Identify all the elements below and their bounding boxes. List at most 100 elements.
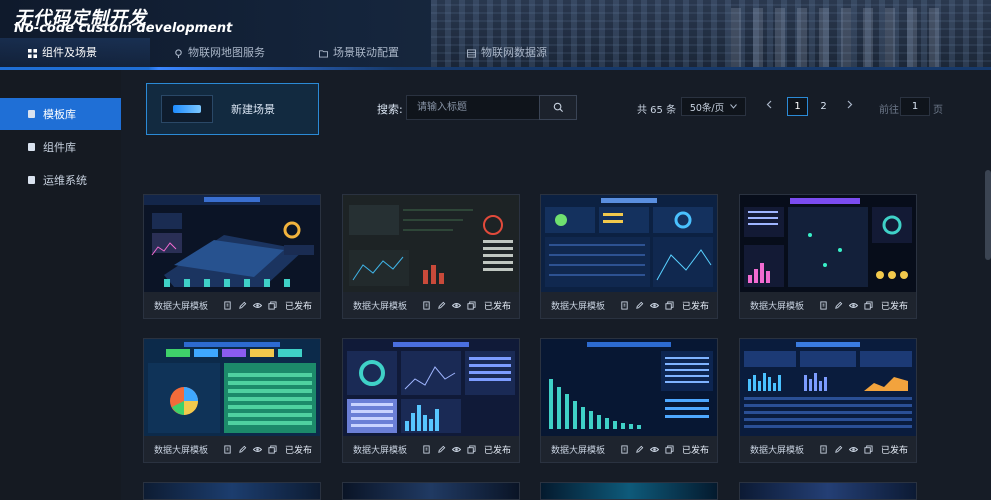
copy-icon[interactable]	[620, 300, 629, 310]
edit-icon[interactable]	[437, 301, 446, 310]
search-button[interactable]	[539, 95, 577, 120]
tab-iot-datasource[interactable]: 物联网数据源	[467, 38, 547, 68]
template-preview-image[interactable]	[740, 339, 916, 436]
edit-icon[interactable]	[238, 301, 247, 310]
template-preview-image[interactable]	[144, 339, 320, 436]
tab-scene-linkage[interactable]: 场景联动配置	[319, 38, 399, 68]
template-name: 数据大屏模板	[551, 445, 606, 456]
chevron-left-icon	[766, 100, 772, 109]
template-card[interactable]: 数据大屏模板 已发布	[739, 338, 917, 463]
sidebar-item-label: 运维系统	[43, 174, 87, 187]
template-card-partial[interactable]	[739, 482, 917, 500]
publish-status: 已发布	[483, 301, 511, 312]
publish-status: 已发布	[681, 445, 709, 456]
tab-iot-map-service[interactable]: 物联网地图服务	[174, 38, 265, 68]
card-actions	[819, 444, 873, 454]
publish-status: 已发布	[284, 301, 312, 312]
map-pin-icon	[175, 48, 182, 58]
template-card[interactable]: 数据大屏模板 已发布	[342, 338, 520, 463]
database-icon	[467, 48, 476, 58]
tab-components-scenes[interactable]: 组件及场景	[28, 38, 97, 68]
tab-label: 场景联动配置	[333, 46, 399, 59]
duplicate-icon[interactable]	[864, 300, 873, 310]
search-icon	[553, 102, 563, 113]
sidebar-item-ops-system[interactable]: 运维系统	[0, 164, 121, 196]
card-footer: 数据大屏模板 已发布	[740, 436, 916, 462]
template-preview-image[interactable]	[343, 195, 519, 292]
search-input[interactable]	[406, 95, 540, 120]
duplicate-icon[interactable]	[665, 444, 674, 454]
template-name: 数据大屏模板	[750, 301, 805, 312]
template-card[interactable]: 数据大屏模板 已发布	[540, 194, 718, 319]
publish-status: 已发布	[880, 301, 908, 312]
template-preview-image[interactable]	[541, 339, 717, 436]
preview-eye-icon[interactable]	[848, 301, 858, 310]
sidebar-item-component-library[interactable]: 组件库	[0, 131, 121, 163]
template-card[interactable]: 数据大屏模板 已发布	[342, 194, 520, 319]
template-name: 数据大屏模板	[750, 445, 805, 456]
template-preview-image[interactable]	[740, 195, 916, 292]
template-preview-image[interactable]	[541, 195, 717, 292]
tab-label: 物联网地图服务	[188, 46, 265, 59]
template-card-partial[interactable]	[540, 482, 718, 500]
duplicate-icon[interactable]	[665, 300, 674, 310]
edit-icon[interactable]	[238, 445, 247, 454]
copy-icon[interactable]	[223, 300, 232, 310]
goto-page-input[interactable]	[900, 97, 930, 116]
preview-eye-icon[interactable]	[649, 301, 659, 310]
preview-eye-icon[interactable]	[252, 445, 262, 454]
publish-status: 已发布	[483, 445, 511, 456]
preview-eye-icon[interactable]	[451, 301, 461, 310]
edit-icon[interactable]	[834, 445, 843, 454]
publish-status: 已发布	[284, 445, 312, 456]
template-card-partial[interactable]	[143, 482, 321, 500]
copy-icon[interactable]	[422, 300, 431, 310]
preview-eye-icon[interactable]	[848, 445, 858, 454]
preview-eye-icon[interactable]	[649, 445, 659, 454]
prev-page-button[interactable]	[766, 99, 773, 112]
card-actions	[223, 300, 277, 310]
duplicate-icon[interactable]	[467, 444, 476, 454]
tab-label: 物联网数据源	[481, 46, 547, 59]
goto-suffix: 页	[933, 105, 943, 116]
copy-icon[interactable]	[223, 444, 232, 454]
template-preview-image[interactable]	[343, 339, 519, 436]
template-card-partial[interactable]	[342, 482, 520, 500]
card-actions	[819, 300, 873, 310]
duplicate-icon[interactable]	[268, 300, 277, 310]
edit-icon[interactable]	[635, 301, 644, 310]
template-card[interactable]: 数据大屏模板 已发布	[143, 338, 321, 463]
edit-icon[interactable]	[437, 445, 446, 454]
duplicate-icon[interactable]	[864, 444, 873, 454]
scrollbar-thumb[interactable]	[985, 170, 991, 260]
page-number-2[interactable]: 2	[813, 97, 834, 116]
duplicate-icon[interactable]	[268, 444, 277, 454]
new-scene-button[interactable]: 新建场景	[146, 83, 319, 135]
sidebar-item-template-library[interactable]: 模板库	[0, 98, 121, 130]
card-actions	[422, 444, 476, 454]
next-page-button[interactable]	[846, 99, 853, 112]
duplicate-icon[interactable]	[467, 300, 476, 310]
page-size-select[interactable]: 50条/页	[681, 97, 746, 116]
edit-icon[interactable]	[834, 301, 843, 310]
page-size-value: 50条/页	[689, 102, 725, 114]
new-scene-thumbnail	[161, 95, 213, 123]
card-actions	[620, 300, 674, 310]
publish-status: 已发布	[681, 301, 709, 312]
copy-icon[interactable]	[819, 300, 828, 310]
template-card[interactable]: 数据大屏模板 已发布	[540, 338, 718, 463]
card-actions	[223, 444, 277, 454]
template-card[interactable]: 数据大屏模板 已发布	[739, 194, 917, 319]
template-preview-image[interactable]	[144, 195, 320, 292]
preview-eye-icon[interactable]	[451, 445, 461, 454]
page-number-1[interactable]: 1	[787, 97, 808, 116]
template-name: 数据大屏模板	[353, 301, 408, 312]
tab-underline	[0, 67, 991, 70]
card-actions	[422, 300, 476, 310]
copy-icon[interactable]	[422, 444, 431, 454]
template-card[interactable]: 数据大屏模板 已发布	[143, 194, 321, 319]
preview-eye-icon[interactable]	[252, 301, 262, 310]
copy-icon[interactable]	[620, 444, 629, 454]
copy-icon[interactable]	[819, 444, 828, 454]
edit-icon[interactable]	[635, 445, 644, 454]
